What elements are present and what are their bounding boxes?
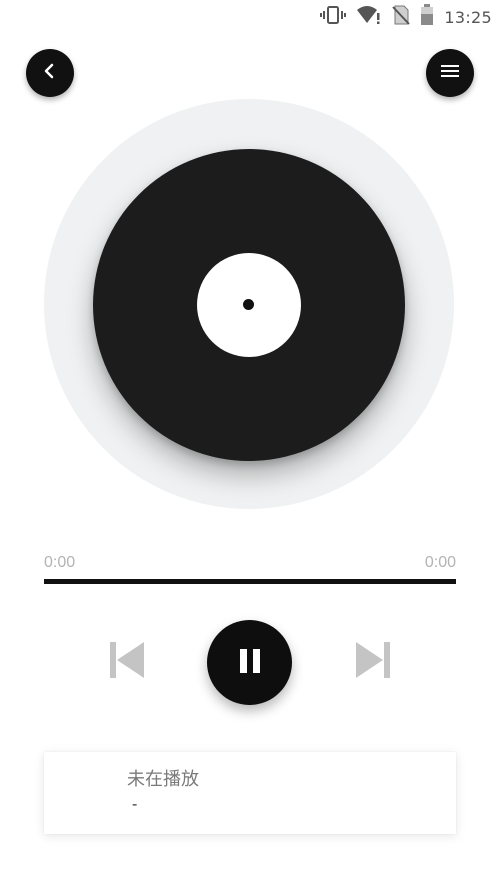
back-button[interactable] <box>26 49 74 97</box>
skip-previous-icon <box>107 640 147 684</box>
menu-button[interactable] <box>426 49 474 97</box>
hamburger-menu-icon <box>440 63 460 83</box>
next-button[interactable] <box>351 640 395 684</box>
skip-next-icon <box>353 640 393 684</box>
status-time: 13:25 <box>444 7 492 27</box>
now-playing-title: 未在播放 <box>127 769 199 790</box>
wifi-icon <box>356 5 382 29</box>
vinyl-disc-label <box>197 253 301 357</box>
battery-icon <box>420 4 434 30</box>
progress-bar[interactable] <box>44 579 456 584</box>
now-playing-artist: - <box>132 796 138 813</box>
pause-icon <box>238 648 262 678</box>
previous-button[interactable] <box>105 640 149 684</box>
chevron-left-icon <box>41 62 59 84</box>
album-art-disc-container <box>44 99 454 509</box>
play-pause-button[interactable] <box>207 620 292 705</box>
no-sim-icon <box>392 5 411 29</box>
now-playing-card[interactable]: 未在播放 - <box>44 752 456 834</box>
vinyl-disc <box>93 149 405 461</box>
status-icons: 13:25 <box>320 4 492 30</box>
vibrate-icon <box>320 5 347 29</box>
current-time: 0:00 <box>44 554 76 571</box>
status-bar: 13:25 <box>0 0 500 34</box>
total-time: 0:00 <box>424 554 456 571</box>
vinyl-disc-hole <box>243 299 254 310</box>
